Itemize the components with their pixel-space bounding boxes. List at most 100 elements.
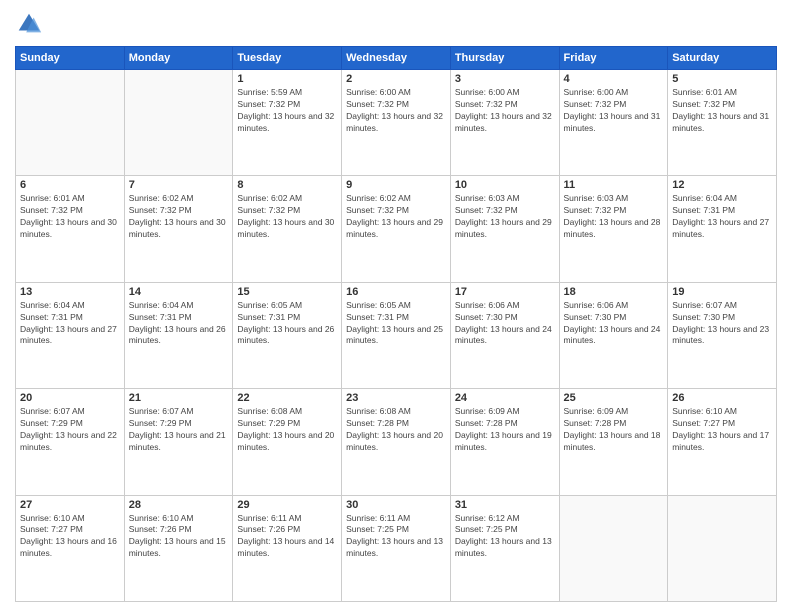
header — [15, 10, 777, 38]
calendar-day-cell: 9 Sunrise: 6:02 AMSunset: 7:32 PMDaylight… — [342, 176, 451, 282]
calendar-day-cell: 1 Sunrise: 5:59 AMSunset: 7:32 PMDaylight… — [233, 70, 342, 176]
day-number: 27 — [20, 499, 120, 511]
calendar-day-cell: 23Sunrise: 6:08 AMSunset: 7:28 PMDayligh… — [342, 389, 451, 495]
day-number: 8 — [237, 179, 337, 191]
day-info: Sunrise: 6:01 AMSunset: 7:32 PMDaylight:… — [672, 87, 772, 135]
day-info: Sunrise: 6:07 AMSunset: 7:30 PMDaylight:… — [672, 300, 772, 348]
day-number: 26 — [672, 392, 772, 404]
day-number: 1 — [237, 73, 337, 85]
day-info: Sunrise: 6:12 AMSunset: 7:25 PMDaylight:… — [455, 513, 555, 561]
day-number: 5 — [672, 73, 772, 85]
logo — [15, 10, 47, 38]
calendar-day-cell: 2Sunrise: 6:00 AMSunset: 7:32 PMDaylight… — [342, 70, 451, 176]
calendar-day-cell — [16, 70, 125, 176]
day-info: Sunrise: 6:07 AMSunset: 7:29 PMDaylight:… — [20, 406, 120, 454]
calendar-day-cell: 27 Sunrise: 6:10 AMSunset: 7:27 PMDayligh… — [16, 495, 125, 601]
weekday-header: Thursday — [450, 47, 559, 70]
day-info: Sunrise: 6:00 AMSunset: 7:32 PMDaylight:… — [346, 87, 446, 135]
weekday-header: Tuesday — [233, 47, 342, 70]
day-number: 12 — [672, 179, 772, 191]
calendar-day-cell: 20 Sunrise: 6:07 AMSunset: 7:29 PMDayligh… — [16, 389, 125, 495]
calendar-day-cell: 24 Sunrise: 6:09 AMSunset: 7:28 PMDayligh… — [450, 389, 559, 495]
day-number: 25 — [564, 392, 664, 404]
calendar-day-cell: 8 Sunrise: 6:02 AMSunset: 7:32 PMDaylight… — [233, 176, 342, 282]
calendar-day-cell: 12 Sunrise: 6:04 AMSunset: 7:31 PMDayligh… — [668, 176, 777, 282]
day-number: 31 — [455, 499, 555, 511]
calendar-day-cell — [668, 495, 777, 601]
day-info: Sunrise: 6:10 AMSunset: 7:27 PMDaylight:… — [672, 406, 772, 454]
weekday-row: SundayMondayTuesdayWednesdayThursdayFrid… — [16, 47, 777, 70]
calendar-day-cell: 30 Sunrise: 6:11 AMSunset: 7:25 PMDayligh… — [342, 495, 451, 601]
day-number: 14 — [129, 286, 229, 298]
day-number: 17 — [455, 286, 555, 298]
logo-icon — [15, 10, 43, 38]
calendar-week-row: 1 Sunrise: 5:59 AMSunset: 7:32 PMDaylight… — [16, 70, 777, 176]
day-info: Sunrise: 6:06 AMSunset: 7:30 PMDaylight:… — [564, 300, 664, 348]
day-info: Sunrise: 6:03 AMSunset: 7:32 PMDaylight:… — [455, 193, 555, 241]
day-number: 24 — [455, 392, 555, 404]
day-number: 11 — [564, 179, 664, 191]
calendar-day-cell: 19 Sunrise: 6:07 AMSunset: 7:30 PMDayligh… — [668, 282, 777, 388]
day-info: Sunrise: 6:05 AMSunset: 7:31 PMDaylight:… — [346, 300, 446, 348]
day-info: Sunrise: 6:09 AMSunset: 7:28 PMDaylight:… — [455, 406, 555, 454]
weekday-header: Monday — [124, 47, 233, 70]
day-info: Sunrise: 6:02 AMSunset: 7:32 PMDaylight:… — [346, 193, 446, 241]
calendar-day-cell: 25 Sunrise: 6:09 AMSunset: 7:28 PMDayligh… — [559, 389, 668, 495]
calendar-day-cell: 17 Sunrise: 6:06 AMSunset: 7:30 PMDayligh… — [450, 282, 559, 388]
day-info: Sunrise: 6:11 AMSunset: 7:26 PMDaylight:… — [237, 513, 337, 561]
calendar-day-cell — [124, 70, 233, 176]
calendar-day-cell: 11 Sunrise: 6:03 AMSunset: 7:32 PMDayligh… — [559, 176, 668, 282]
day-info: Sunrise: 6:05 AMSunset: 7:31 PMDaylight:… — [237, 300, 337, 348]
day-info: Sunrise: 6:02 AMSunset: 7:32 PMDaylight:… — [129, 193, 229, 241]
day-info: Sunrise: 6:04 AMSunset: 7:31 PMDaylight:… — [129, 300, 229, 348]
calendar-day-cell: 10 Sunrise: 6:03 AMSunset: 7:32 PMDayligh… — [450, 176, 559, 282]
day-info: Sunrise: 6:03 AMSunset: 7:32 PMDaylight:… — [564, 193, 664, 241]
day-info: Sunrise: 6:08 AMSunset: 7:29 PMDaylight:… — [237, 406, 337, 454]
calendar-day-cell: 5 Sunrise: 6:01 AMSunset: 7:32 PMDaylight… — [668, 70, 777, 176]
day-info: Sunrise: 6:11 AMSunset: 7:25 PMDaylight:… — [346, 513, 446, 561]
day-info: Sunrise: 6:01 AMSunset: 7:32 PMDaylight:… — [20, 193, 120, 241]
weekday-header: Sunday — [16, 47, 125, 70]
day-number: 13 — [20, 286, 120, 298]
calendar-day-cell: 29Sunrise: 6:11 AMSunset: 7:26 PMDayligh… — [233, 495, 342, 601]
day-number: 22 — [237, 392, 337, 404]
calendar-day-cell: 16 Sunrise: 6:05 AMSunset: 7:31 PMDayligh… — [342, 282, 451, 388]
day-number: 20 — [20, 392, 120, 404]
calendar-week-row: 27 Sunrise: 6:10 AMSunset: 7:27 PMDayligh… — [16, 495, 777, 601]
weekday-header: Friday — [559, 47, 668, 70]
day-number: 10 — [455, 179, 555, 191]
day-info: Sunrise: 5:59 AMSunset: 7:32 PMDaylight:… — [237, 87, 337, 135]
calendar-body: 1 Sunrise: 5:59 AMSunset: 7:32 PMDaylight… — [16, 70, 777, 602]
day-number: 7 — [129, 179, 229, 191]
day-info: Sunrise: 6:00 AMSunset: 7:32 PMDaylight:… — [564, 87, 664, 135]
calendar-day-cell: 4 Sunrise: 6:00 AMSunset: 7:32 PMDaylight… — [559, 70, 668, 176]
day-info: Sunrise: 6:10 AMSunset: 7:27 PMDaylight:… — [20, 513, 120, 561]
day-info: Sunrise: 6:06 AMSunset: 7:30 PMDaylight:… — [455, 300, 555, 348]
calendar-day-cell — [559, 495, 668, 601]
day-info: Sunrise: 6:02 AMSunset: 7:32 PMDaylight:… — [237, 193, 337, 241]
day-info: Sunrise: 6:09 AMSunset: 7:28 PMDaylight:… — [564, 406, 664, 454]
calendar-day-cell: 22 Sunrise: 6:08 AMSunset: 7:29 PMDayligh… — [233, 389, 342, 495]
day-number: 15 — [237, 286, 337, 298]
day-number: 19 — [672, 286, 772, 298]
day-number: 28 — [129, 499, 229, 511]
calendar-day-cell: 31 Sunrise: 6:12 AMSunset: 7:25 PMDayligh… — [450, 495, 559, 601]
calendar-week-row: 6 Sunrise: 6:01 AMSunset: 7:32 PMDaylight… — [16, 176, 777, 282]
calendar: SundayMondayTuesdayWednesdayThursdayFrid… — [15, 46, 777, 602]
calendar-day-cell: 26 Sunrise: 6:10 AMSunset: 7:27 PMDayligh… — [668, 389, 777, 495]
day-number: 16 — [346, 286, 446, 298]
day-info: Sunrise: 6:07 AMSunset: 7:29 PMDaylight:… — [129, 406, 229, 454]
calendar-week-row: 13 Sunrise: 6:04 AMSunset: 7:31 PMDayligh… — [16, 282, 777, 388]
calendar-week-row: 20 Sunrise: 6:07 AMSunset: 7:29 PMDayligh… — [16, 389, 777, 495]
day-number: 4 — [564, 73, 664, 85]
day-info: Sunrise: 6:10 AMSunset: 7:26 PMDaylight:… — [129, 513, 229, 561]
day-number: 9 — [346, 179, 446, 191]
weekday-header: Wednesday — [342, 47, 451, 70]
day-number: 30 — [346, 499, 446, 511]
day-number: 6 — [20, 179, 120, 191]
calendar-day-cell: 21Sunrise: 6:07 AMSunset: 7:29 PMDayligh… — [124, 389, 233, 495]
day-info: Sunrise: 6:04 AMSunset: 7:31 PMDaylight:… — [672, 193, 772, 241]
calendar-day-cell: 6 Sunrise: 6:01 AMSunset: 7:32 PMDaylight… — [16, 176, 125, 282]
calendar-day-cell: 15 Sunrise: 6:05 AMSunset: 7:31 PMDayligh… — [233, 282, 342, 388]
day-number: 3 — [455, 73, 555, 85]
